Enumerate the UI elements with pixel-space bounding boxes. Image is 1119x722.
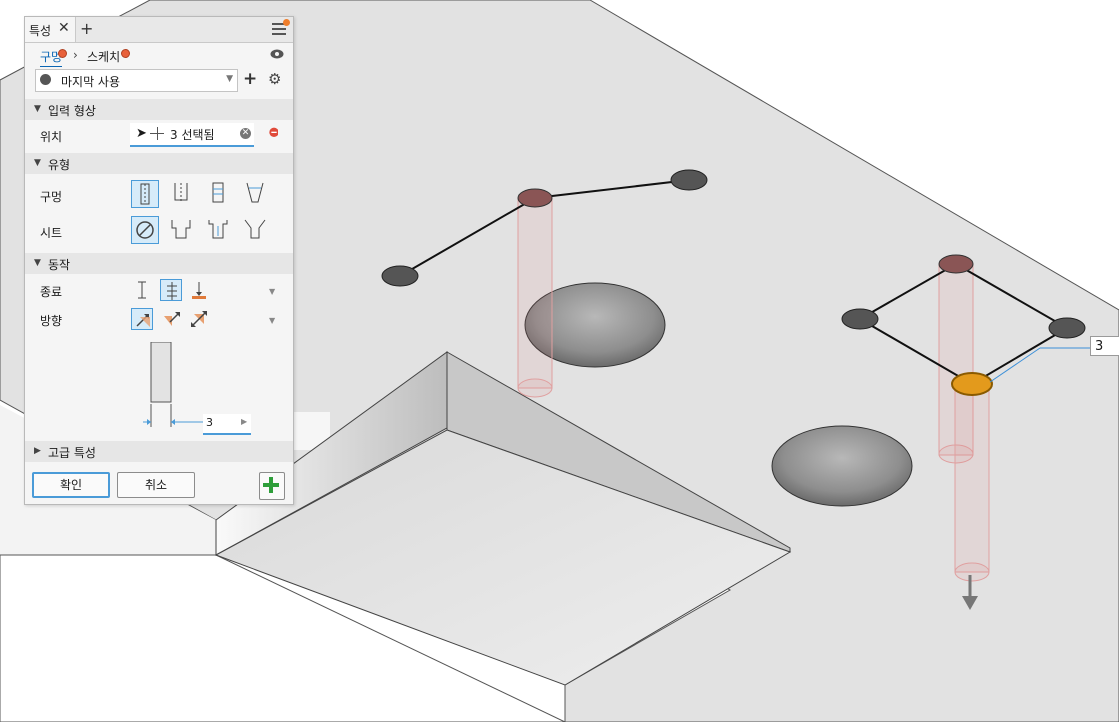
collapse-icon: ▼ [34, 258, 41, 268]
chevron-right-icon[interactable]: ▶ [241, 417, 247, 426]
through-all-button[interactable] [160, 279, 182, 301]
sketch-point-6[interactable] [1048, 317, 1086, 339]
tapped-hole-button[interactable] [205, 180, 233, 208]
apply-plus-button[interactable] [259, 472, 285, 500]
depth-value: 3 [206, 416, 213, 429]
cursor-icon: ➤ [136, 126, 147, 141]
properties-panel: 특성 ✕ + 구멍 › 스케치 마지막 사용 ▼ + ⚙ ▼ 입력 형상 위치 … [24, 16, 294, 505]
clock-icon [40, 74, 51, 85]
preset-value: 마지막 사용 [61, 75, 121, 89]
warning-badge-icon [58, 49, 67, 58]
plus-icon [263, 477, 279, 493]
direction-symmetric-button[interactable] [188, 308, 210, 330]
to-face-button[interactable] [188, 279, 210, 301]
direction-default-button[interactable] [131, 308, 153, 330]
section-title: 입력 형상 [48, 104, 96, 118]
position-label: 위치 [40, 130, 63, 144]
section-advanced[interactable]: ▶ 고급 특성 [25, 441, 293, 462]
section-title: 유형 [48, 158, 71, 172]
tab-properties[interactable]: 특성 ✕ [25, 17, 76, 42]
counterbore-button[interactable] [168, 216, 196, 244]
sketch-point-4[interactable] [938, 254, 974, 274]
ok-button[interactable]: 확인 [32, 472, 110, 498]
breadcrumb-sketch[interactable]: 스케치 [87, 48, 120, 65]
simple-hole-button[interactable] [131, 180, 159, 208]
add-point-icon[interactable] [266, 127, 278, 139]
chevron-down-icon[interactable]: ▼ [269, 287, 275, 296]
sketch-point-3[interactable] [670, 169, 708, 191]
chevron-down-icon[interactable]: ▼ [269, 316, 275, 325]
sketch-point-selected[interactable] [951, 372, 993, 396]
hole-type-label: 구멍 [40, 190, 63, 204]
add-preset-icon[interactable]: + [243, 69, 257, 89]
collapse-icon: ▼ [34, 104, 41, 114]
sketch-point-5[interactable] [841, 308, 879, 330]
tab-properties-label: 특성 [29, 24, 52, 38]
countersink-button[interactable] [242, 216, 270, 244]
no-seat-button[interactable] [131, 216, 159, 244]
section-title: 고급 특성 [48, 446, 96, 460]
sketch-point-2[interactable] [517, 188, 553, 208]
sketch-point-1[interactable] [381, 265, 419, 287]
eye-icon[interactable] [270, 49, 284, 59]
section-behavior[interactable]: ▼ 동작 [25, 253, 293, 274]
close-icon[interactable]: ✕ [58, 20, 70, 36]
distance-termination-button[interactable] [131, 279, 153, 301]
taper-tapped-hole-button[interactable] [242, 180, 270, 208]
add-tab-icon[interactable]: + [80, 19, 93, 38]
section-type[interactable]: ▼ 유형 [25, 153, 293, 174]
gear-icon[interactable]: ⚙ [268, 70, 281, 88]
dimension-value-box[interactable]: 3 [1090, 336, 1119, 356]
section-title: 동작 [48, 258, 71, 272]
termination-label: 종료 [40, 285, 63, 299]
direction-flip-button[interactable] [160, 308, 182, 330]
notification-dot-icon [283, 19, 290, 26]
chevron-down-icon: ▼ [226, 74, 233, 84]
large-hole-2[interactable] [771, 425, 913, 507]
cancel-button[interactable]: 취소 [117, 472, 195, 498]
expand-icon: ▶ [34, 446, 41, 456]
warning-badge-icon [121, 49, 130, 58]
direction-label: 방향 [40, 314, 63, 328]
collapse-icon: ▼ [34, 158, 41, 168]
tab-bar: 특성 ✕ + [25, 17, 293, 43]
preset-dropdown[interactable]: 마지막 사용 ▼ [35, 69, 238, 92]
depth-input[interactable]: 3 ▶ [203, 414, 251, 435]
breadcrumb-separator: › [73, 48, 78, 62]
section-input-geometry[interactable]: ▼ 입력 형상 [25, 99, 293, 120]
hole-preview-1 [517, 197, 553, 398]
position-value: 3 선택됨 [170, 128, 215, 142]
clear-icon[interactable]: ✕ [240, 128, 251, 139]
seat-label: 시트 [40, 226, 63, 240]
spotface-button[interactable] [205, 216, 233, 244]
clearance-hole-button[interactable] [168, 180, 196, 208]
position-selector[interactable]: ➤ 3 선택됨 ✕ [130, 123, 254, 147]
